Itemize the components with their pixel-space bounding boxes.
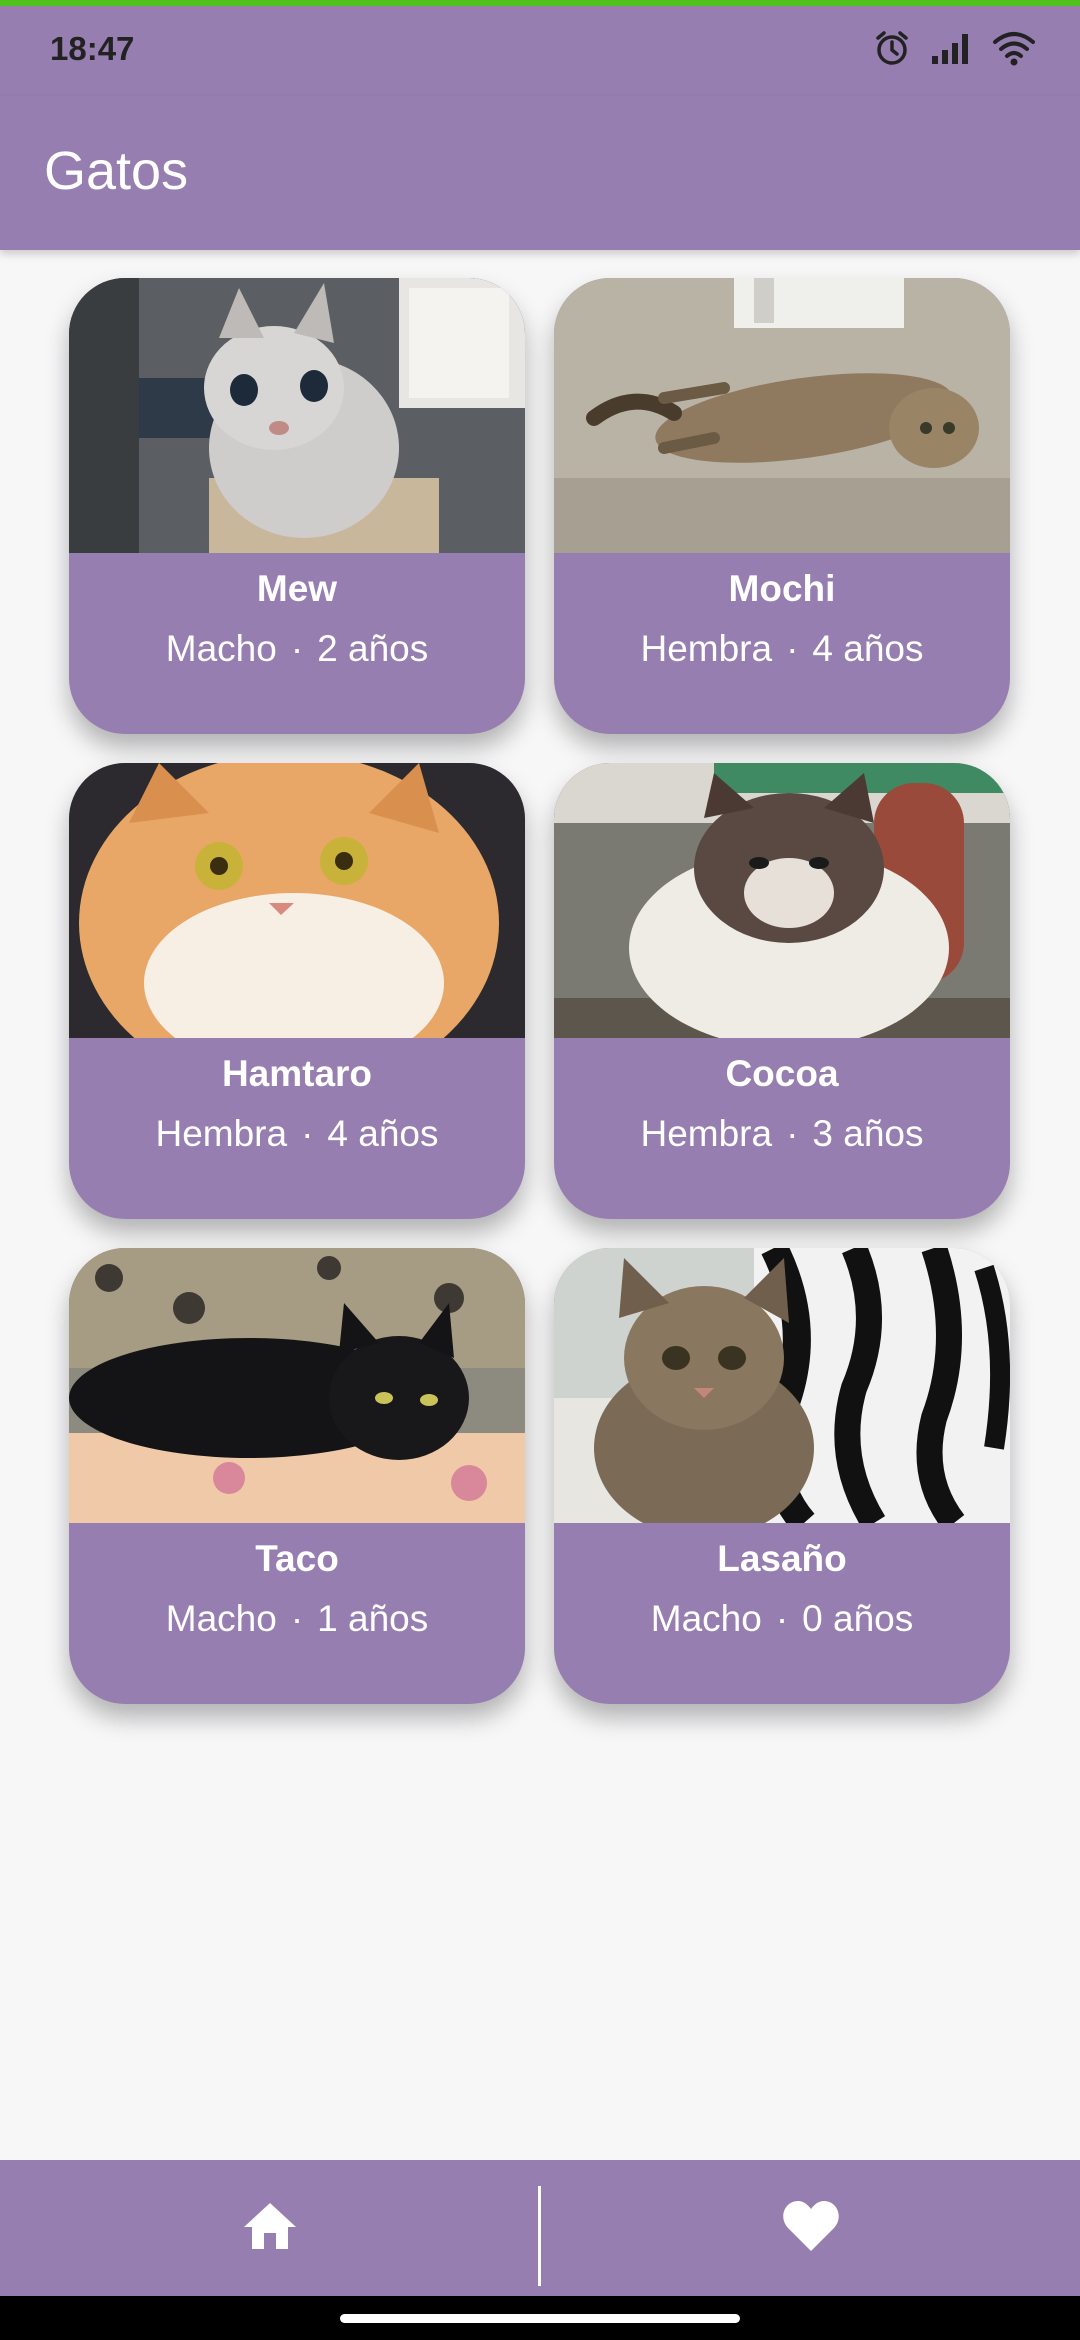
- cat-card-hamtaro[interactable]: Hamtaro Hembra · 4 años: [69, 763, 525, 1219]
- page-title: Gatos: [44, 141, 189, 201]
- separator-dot: ·: [786, 628, 799, 669]
- alarm-icon: [872, 28, 912, 68]
- cat-photo-mochi: [554, 278, 1010, 553]
- cat-sex: Macho: [650, 1598, 762, 1639]
- cat-info: Hembra · 3 años: [554, 1112, 1010, 1156]
- cat-name: Taco: [255, 1538, 339, 1579]
- bottom-navigation: [0, 2160, 1080, 2296]
- cat-info: Hembra · 4 años: [69, 1112, 525, 1156]
- cat-card-body: Taco Macho · 1 años: [69, 1523, 525, 1704]
- signal-icon: [930, 30, 974, 66]
- cat-sex: Macho: [165, 1598, 277, 1639]
- cat-card-body: Hamtaro Hembra · 4 años: [69, 1038, 525, 1219]
- status-time: 18:47: [50, 30, 135, 67]
- cat-card-body: Mochi Hembra · 4 años: [554, 553, 1010, 734]
- cat-sex: Hembra: [640, 628, 773, 669]
- separator-dot: ·: [775, 1598, 789, 1639]
- cat-sex: Hembra: [155, 1113, 288, 1154]
- cat-age: 0 años: [802, 1598, 914, 1639]
- cat-card-mew[interactable]: Mew Macho · 2 años: [69, 278, 525, 734]
- cat-card-body: Mew Macho · 2 años: [69, 553, 525, 734]
- separator-dot: ·: [290, 1598, 304, 1639]
- cat-info: Macho · 2 años: [69, 627, 525, 671]
- nav-favorites-button[interactable]: [541, 2160, 1080, 2296]
- separator-dot: ·: [786, 1113, 799, 1154]
- cat-age: 4 años: [327, 1113, 439, 1154]
- cat-photo-cocoa: [554, 763, 1010, 1038]
- cat-photo-mew: [69, 278, 525, 553]
- cat-card-body: Lasaño Macho · 0 años: [554, 1523, 1010, 1704]
- status-icons: [872, 28, 1036, 68]
- cat-age: 3 años: [812, 1113, 924, 1154]
- nav-home-button[interactable]: [0, 2160, 539, 2296]
- screen: 18:47 Gatos Mew Macho · 2 años Mochi Hem…: [0, 0, 1080, 2340]
- cat-card-cocoa[interactable]: Cocoa Hembra · 3 años: [554, 763, 1010, 1219]
- cat-photo-taco: [69, 1248, 525, 1523]
- status-bar: 18:47: [0, 6, 1080, 96]
- cat-card-lasano[interactable]: Lasaño Macho · 0 años: [554, 1248, 1010, 1704]
- home-icon: [242, 2201, 298, 2256]
- cat-sex: Hembra: [640, 1113, 773, 1154]
- separator-dot: ·: [301, 1113, 314, 1154]
- cat-info: Macho · 1 años: [69, 1597, 525, 1641]
- app-bar: Gatos: [0, 96, 1080, 250]
- cat-age: 1 años: [317, 1598, 429, 1639]
- separator-dot: ·: [290, 628, 304, 669]
- cat-info: Macho · 0 años: [554, 1597, 1010, 1641]
- cat-grid: Mew Macho · 2 años Mochi Hembra · 4 años…: [69, 278, 1010, 1704]
- cat-photo-hamtaro: [69, 763, 525, 1038]
- cat-name: Cocoa: [725, 1053, 839, 1094]
- heart-icon: [782, 2199, 840, 2258]
- home-gesture-handle[interactable]: [340, 2314, 740, 2323]
- cat-card-body: Cocoa Hembra · 3 años: [554, 1038, 1010, 1219]
- cat-sex: Macho: [165, 628, 277, 669]
- cat-card-mochi[interactable]: Mochi Hembra · 4 años: [554, 278, 1010, 734]
- gesture-bar: [0, 2296, 1080, 2340]
- cat-name: Hamtaro: [221, 1053, 373, 1094]
- wifi-icon: [992, 30, 1036, 66]
- cat-name: Mew: [256, 568, 338, 609]
- cat-photo-lasano: [554, 1248, 1010, 1523]
- cat-name: Lasaño: [717, 1538, 847, 1579]
- cat-info: Hembra · 4 años: [554, 627, 1010, 671]
- cat-card-taco[interactable]: Taco Macho · 1 años: [69, 1248, 525, 1704]
- cat-name: Mochi: [728, 568, 836, 609]
- cat-age: 2 años: [317, 628, 429, 669]
- cat-age: 4 años: [812, 628, 924, 669]
